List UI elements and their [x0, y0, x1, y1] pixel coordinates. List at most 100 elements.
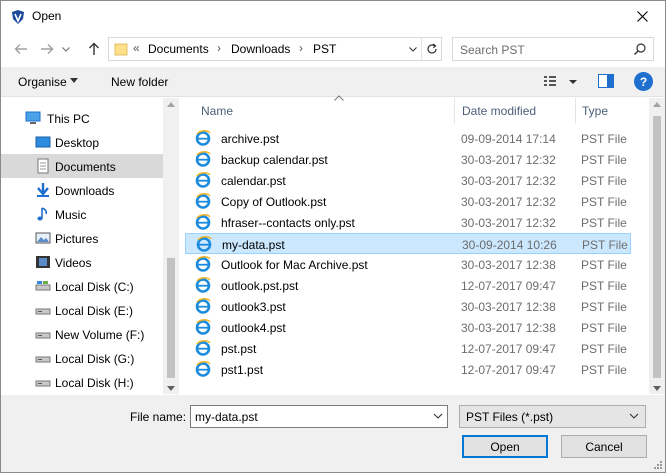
nav-label: Local Disk (H:)	[55, 376, 134, 390]
view-options-icon[interactable]	[542, 74, 578, 90]
column-header-name[interactable]: Name	[195, 95, 455, 124]
column-header-type[interactable]: Type	[576, 98, 649, 124]
nav-item-downloads[interactable]: Downloads	[1, 178, 163, 202]
arrow-up-icon	[89, 42, 99, 55]
file-row[interactable]: pst.pst 12-07-2017 09:47 PST File	[185, 338, 631, 359]
refresh-button[interactable]	[421, 38, 441, 60]
column-header-date[interactable]: Date modified	[456, 98, 576, 124]
nav-item-documents[interactable]: Documents	[1, 154, 163, 178]
search-box[interactable]: Search PST	[452, 37, 654, 61]
file-name: calendar.pst	[221, 174, 286, 188]
scroll-up-icon[interactable]	[167, 102, 175, 107]
nav-label: Documents	[55, 160, 116, 174]
file-row[interactable]: hfraser--contacts only.pst 30-03-2017 12:…	[185, 212, 631, 233]
file-name-input[interactable]: my-data.pst	[190, 405, 448, 428]
address-dropdown[interactable]	[405, 38, 421, 60]
file-type: PST File	[582, 238, 628, 252]
new-folder-button[interactable]: New folder	[111, 75, 168, 89]
pst-file-icon	[195, 151, 211, 167]
nav-item-this-pc[interactable]: This PC	[1, 106, 163, 130]
help-icon[interactable]: ?	[634, 72, 653, 91]
file-row[interactable]: calendar.pst 30-03-2017 12:32 PST File	[185, 170, 631, 191]
refresh-icon	[426, 43, 437, 54]
file-type-select[interactable]: PST Files (*.pst)	[459, 405, 646, 428]
sort-ascending-icon	[334, 95, 344, 101]
address-bar[interactable]: « Documents › Downloads › PST	[108, 37, 442, 61]
scroll-down-icon[interactable]	[653, 386, 661, 391]
nav-item-local-disk-c[interactable]: Local Disk (C:)	[1, 274, 163, 298]
file-row[interactable]: archive.pst 09-09-2014 17:14 PST File	[185, 128, 631, 149]
file-row[interactable]: outlook.pst.pst 12-07-2017 09:47 PST File	[185, 275, 631, 296]
nav-item-new-volume-f[interactable]: New Volume (F:)	[1, 322, 163, 346]
search-input[interactable]: Search PST	[460, 43, 525, 57]
file-name-label: File name:	[130, 410, 187, 424]
file-date: 09-09-2014 17:14	[461, 132, 556, 146]
nav-label: Local Disk (C:)	[55, 280, 134, 294]
file-list-scrollbar-thumb[interactable]	[653, 116, 661, 378]
file-row[interactable]: backup calendar.pst 30-03-2017 12:32 PST F…	[185, 149, 631, 170]
file-row[interactable]: Outlook for Mac Archive.pst 30-03-2017 12…	[185, 254, 631, 275]
drive-icon	[35, 308, 51, 315]
up-button[interactable]	[84, 39, 104, 59]
file-list-scrollbar[interactable]	[649, 98, 665, 394]
open-button[interactable]: Open	[462, 435, 548, 458]
pst-file-icon	[195, 298, 211, 314]
nav-scrollbar-thumb[interactable]	[167, 258, 175, 378]
file-date: 30-03-2017 12:32	[461, 174, 556, 188]
organise-button[interactable]: Organise	[18, 75, 67, 89]
pst-file-icon	[196, 236, 212, 252]
file-row[interactable]: my-data.pst 30-09-2014 10:26 PST File	[185, 233, 631, 254]
address-overflow[interactable]: «	[133, 41, 140, 55]
nav-label: Local Disk (G:)	[55, 352, 135, 366]
file-name: outlook.pst.pst	[221, 279, 299, 293]
cancel-button[interactable]: Cancel	[561, 435, 647, 458]
crumb-documents[interactable]: Documents	[148, 42, 209, 56]
close-button[interactable]	[619, 1, 665, 32]
window-title: Open	[32, 9, 62, 23]
nav-item-desktop[interactable]: Desktop	[1, 130, 163, 154]
file-name: pst.pst	[221, 342, 257, 356]
nav-item-local-disk-h[interactable]: Local Disk (H:)	[1, 370, 163, 394]
crumb-downloads[interactable]: Downloads	[231, 42, 290, 56]
scroll-up-icon[interactable]	[653, 102, 661, 107]
nav-scrollbar[interactable]	[163, 98, 179, 394]
file-date: 30-03-2017 12:32	[461, 153, 556, 167]
file-date: 30-03-2017 12:38	[461, 321, 556, 335]
folder-icon	[114, 43, 128, 56]
crumb-separator[interactable]: ›	[217, 41, 221, 55]
search-icon[interactable]	[633, 42, 647, 56]
scroll-down-icon[interactable]	[167, 386, 175, 391]
drive-icon	[35, 281, 51, 291]
nav-item-videos[interactable]: Videos	[1, 250, 163, 274]
crumb-pst[interactable]: PST	[313, 42, 336, 56]
nav-item-local-disk-g[interactable]: Local Disk (G:)	[1, 346, 163, 370]
pst-file-icon	[195, 172, 211, 188]
file-row[interactable]: pst1.pst 12-07-2017 09:47 PST File	[185, 359, 631, 380]
forward-button[interactable]	[37, 39, 57, 59]
crumb-separator[interactable]: ›	[299, 41, 303, 55]
nav-label: Desktop	[55, 136, 100, 150]
nav-item-pictures[interactable]: Pictures	[1, 226, 163, 250]
app-icon	[12, 10, 24, 24]
file-name: archive.pst	[221, 132, 280, 146]
pst-file-icon	[195, 361, 211, 377]
resize-grip-icon[interactable]	[653, 460, 663, 470]
desktop-icon	[35, 136, 51, 148]
recent-locations-button[interactable]	[59, 39, 73, 59]
file-list: Name Date modified Type archive.pst 09-09…	[179, 95, 665, 394]
file-name-value[interactable]: my-data.pst	[195, 410, 258, 424]
nav-item-local-disk-e[interactable]: Local Disk (E:)	[1, 298, 163, 322]
chevron-down-icon[interactable]	[70, 78, 78, 83]
preview-pane-icon[interactable]	[598, 74, 614, 88]
nav-label: Local Disk (E:)	[55, 304, 134, 318]
nav-item-music[interactable]: Music	[1, 202, 163, 226]
file-row[interactable]: Copy of Outlook.pst 30-03-2017 12:32 PST F…	[185, 191, 631, 212]
chevron-down-icon[interactable]	[433, 411, 443, 421]
arrow-left-icon	[14, 44, 27, 54]
file-name: outlook4.pst	[221, 321, 286, 335]
file-row[interactable]: outlook3.pst 30-03-2017 12:38 PST File	[185, 296, 631, 317]
title-bar: Open	[1, 1, 665, 32]
back-button[interactable]	[11, 39, 31, 59]
drive-icon	[35, 332, 51, 339]
file-row[interactable]: outlook4.pst 30-03-2017 12:38 PST File	[185, 317, 631, 338]
